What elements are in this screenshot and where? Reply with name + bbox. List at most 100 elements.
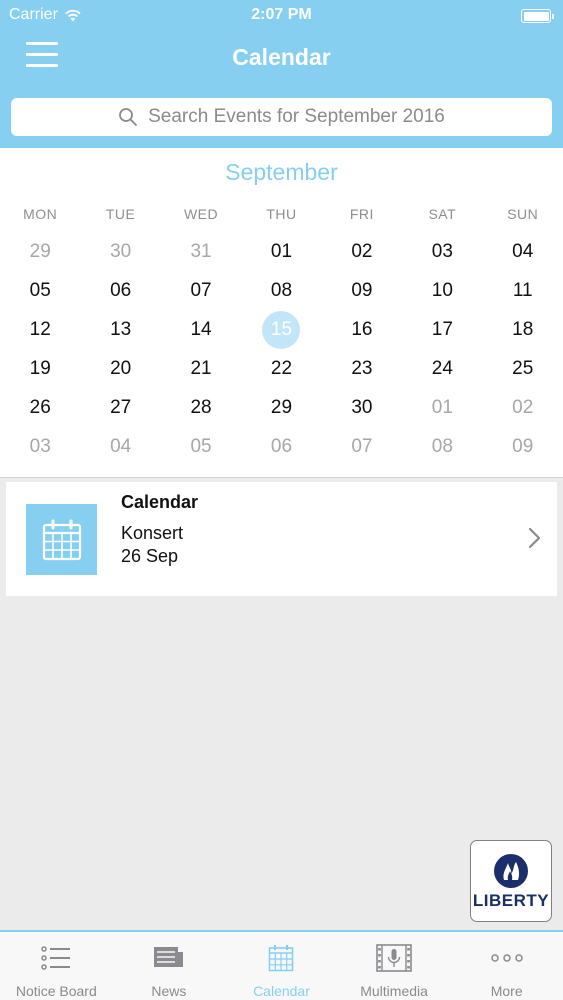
day-number: 29 <box>270 397 293 418</box>
day-number: 19 <box>29 358 51 379</box>
calendar-day[interactable]: 28 <box>161 388 241 427</box>
calendar-day[interactable]: 24 <box>402 349 482 388</box>
day-number: 27 <box>110 397 132 418</box>
day-number: 22 <box>270 358 293 379</box>
month-title: September <box>225 159 338 185</box>
day-number: 08 <box>270 280 293 301</box>
day-number: 20 <box>110 358 132 379</box>
calendar-day[interactable]: 18 <box>483 310 563 349</box>
calendar-day[interactable]: 04 <box>483 232 563 271</box>
calendar-day[interactable]: 31 <box>161 232 241 271</box>
search-input[interactable]: Search Events for September 2016 <box>11 98 552 136</box>
tab-news[interactable]: News <box>113 932 226 1000</box>
day-number: 07 <box>351 436 373 457</box>
event-category: Calendar <box>121 492 199 512</box>
day-number: 13 <box>110 319 132 340</box>
calendar-day[interactable]: 11 <box>483 271 563 310</box>
calendar-day[interactable]: 03 <box>402 232 482 271</box>
tab-multimedia[interactable]: Multimedia <box>338 932 451 1000</box>
weekday-label: SUN <box>507 206 539 222</box>
calendar-day[interactable]: 07 <box>322 427 402 466</box>
day-number: 07 <box>190 280 212 301</box>
calendar-day[interactable]: 29 <box>241 388 321 427</box>
battery-icon <box>521 9 554 23</box>
sponsor-logo-button[interactable]: LIBERTY <box>470 840 552 922</box>
status-bar: Carrier 2:07 PM <box>0 5 563 27</box>
day-number: 02 <box>351 241 373 262</box>
calendar-day[interactable]: 02 <box>322 232 402 271</box>
weekday-label: TUE <box>105 206 136 222</box>
day-number: 05 <box>190 436 212 457</box>
page-title: Calendar <box>232 44 331 70</box>
calendar-day[interactable]: 17 <box>402 310 482 349</box>
calendar-day[interactable]: 07 <box>161 271 241 310</box>
newspaper-icon <box>153 947 183 967</box>
calendar-day[interactable]: 06 <box>241 427 321 466</box>
day-number: 05 <box>29 280 51 301</box>
calendar-day-today[interactable]: 15 <box>241 310 321 349</box>
calendar-day[interactable]: 26 <box>0 388 80 427</box>
day-number: 01 <box>270 241 293 262</box>
calendar-day[interactable]: 05 <box>0 271 80 310</box>
calendar-day[interactable]: 13 <box>80 310 160 349</box>
calendar-day[interactable]: 06 <box>80 271 160 310</box>
calendar-day[interactable]: 14 <box>161 310 241 349</box>
day-number: 16 <box>351 319 373 340</box>
calendar-day[interactable]: 22 <box>241 349 321 388</box>
calendar-day[interactable]: 01 <box>241 232 321 271</box>
event-date: 26 Sep <box>121 546 179 566</box>
calendar-day[interactable]: 05 <box>161 427 241 466</box>
calendar-day[interactable]: 03 <box>0 427 80 466</box>
day-number: 28 <box>190 397 212 418</box>
calendar-day[interactable]: 21 <box>161 349 241 388</box>
day-number: 02 <box>512 397 534 418</box>
weekday-label: WED <box>183 206 219 222</box>
calendar-day[interactable]: 04 <box>80 427 160 466</box>
event-list-item[interactable]: Calendar Konsert 26 Sep <box>6 482 557 596</box>
calendar-day[interactable]: 23 <box>322 349 402 388</box>
tab-bar: Notice Board News Calendar Multimedia Mo… <box>0 930 563 1000</box>
day-number: 04 <box>512 241 534 262</box>
day-number: 09 <box>512 436 534 457</box>
tab-more[interactable]: More <box>450 932 563 1000</box>
day-number: 03 <box>431 241 453 262</box>
calendar-day[interactable]: 30 <box>80 232 160 271</box>
film-microphone-icon <box>376 944 412 972</box>
calendar-day[interactable]: 19 <box>0 349 80 388</box>
day-number: 31 <box>190 241 212 262</box>
calendar-day[interactable]: 08 <box>241 271 321 310</box>
tab-calendar[interactable]: Calendar <box>225 932 338 1000</box>
calendar-day[interactable]: 12 <box>0 310 80 349</box>
calendar-day[interactable]: 29 <box>0 232 80 271</box>
weekday-label: SAT <box>428 206 457 222</box>
calendar-icon <box>42 519 81 560</box>
calendar-day[interactable]: 16 <box>322 310 402 349</box>
calendar-day[interactable]: 10 <box>402 271 482 310</box>
calendar-day[interactable]: 08 <box>402 427 482 466</box>
weekday-label: MON <box>23 206 58 222</box>
tab-label: Notice Board <box>15 983 97 999</box>
day-number: 11 <box>512 280 533 301</box>
weekday-label: FRI <box>349 206 374 222</box>
sponsor-label: LIBERTY <box>472 891 550 910</box>
day-number: 09 <box>351 280 373 301</box>
calendar-day[interactable]: 27 <box>80 388 160 427</box>
calendar-day[interactable]: 20 <box>80 349 160 388</box>
day-number: 23 <box>351 358 373 379</box>
calendar-grid: MON TUE WED THU FRI SAT SUN 29 30 31 01 02 03… <box>0 202 563 466</box>
day-number: 21 <box>190 358 212 379</box>
calendar-day[interactable]: 02 <box>483 388 563 427</box>
day-number: 29 <box>29 241 51 262</box>
more-dots-icon <box>490 954 523 962</box>
day-number: 10 <box>431 280 453 301</box>
tab-notice-board[interactable]: Notice Board <box>0 932 113 1000</box>
header: Carrier 2:07 PM Calendar Search Events f… <box>0 0 563 148</box>
calendar-day[interactable]: 09 <box>483 427 563 466</box>
calendar-day[interactable]: 25 <box>483 349 563 388</box>
tab-label: Calendar <box>253 983 310 999</box>
calendar-day[interactable]: 09 <box>322 271 402 310</box>
day-number: 14 <box>190 319 212 340</box>
event-thumbnail <box>26 504 97 575</box>
calendar-day[interactable]: 30 <box>322 388 402 427</box>
calendar-day[interactable]: 01 <box>402 388 482 427</box>
